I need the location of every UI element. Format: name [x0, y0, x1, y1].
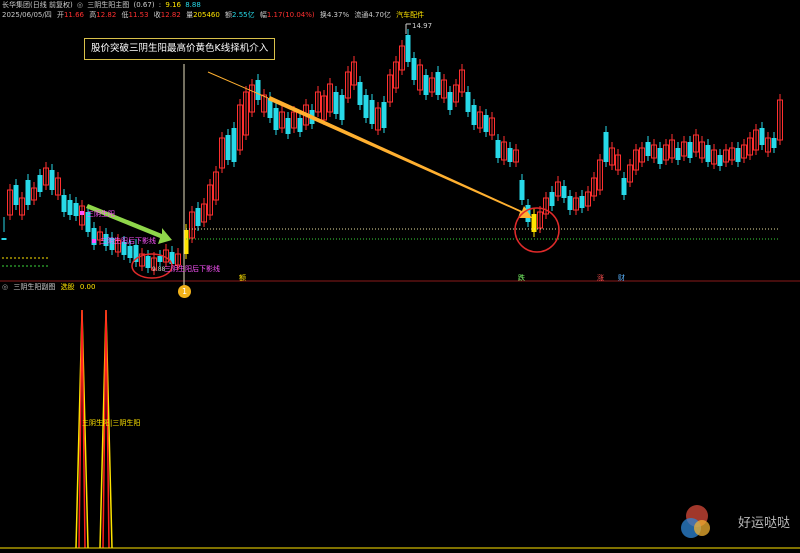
candle-body-down	[225, 135, 231, 160]
candle-body-down	[363, 95, 369, 118]
step-number-badge: 1	[178, 285, 191, 298]
candle-body-down	[231, 128, 237, 162]
spike-red-1	[78, 309, 86, 549]
candle-body-down	[195, 208, 201, 226]
select-label: 选股	[60, 283, 75, 291]
candle-body-down	[447, 92, 453, 110]
high-marker-label: 14.97	[412, 22, 433, 30]
candle-body-down	[759, 128, 765, 145]
sub-indicator-group	[0, 309, 800, 549]
spike-red-2	[102, 309, 110, 549]
candle-body-down	[333, 92, 339, 114]
candle-body-down	[621, 178, 627, 195]
candle-body-down	[657, 148, 663, 164]
signal-lower-shadow-top: 三阴生阳后下影线	[100, 237, 156, 245]
candle-body-down	[405, 35, 411, 62]
sub-peak-label: 三阴生阳|三阴生阳	[82, 419, 141, 427]
candle-body-down	[423, 75, 429, 95]
candle-body-down	[717, 155, 723, 166]
candle-body-down	[37, 175, 43, 192]
candle-body-down	[357, 82, 363, 105]
signal-marker-1	[80, 211, 84, 215]
candle-body-down	[645, 142, 651, 156]
candle-body-down	[483, 115, 489, 132]
watermark-logo-dot-yellow	[694, 520, 710, 536]
candle-body-down	[735, 148, 741, 162]
candle-body-down	[285, 118, 291, 134]
candle-body-down	[705, 145, 711, 162]
signal-sanyin-shengyang: 三阴生阳	[87, 210, 115, 218]
candlestick-chart[interactable]	[0, 0, 800, 553]
candle-body-down	[127, 246, 133, 258]
candle-body-down	[579, 196, 585, 208]
sub-panel-header: ◎ 三阴生阳副图 选股 0.00	[2, 282, 98, 292]
candle-body-down	[411, 58, 417, 80]
candle-body-down	[687, 142, 693, 158]
candle-body-down	[495, 140, 501, 158]
candle-body-down	[157, 256, 163, 262]
candle-body-down	[25, 180, 31, 205]
candle-body-down	[255, 80, 261, 100]
candle-body-down	[549, 192, 555, 206]
candle-body-down	[145, 256, 151, 268]
candle-body-down	[435, 72, 441, 95]
candle-body-down	[567, 196, 573, 210]
tag-fall[interactable]: 跌	[518, 273, 525, 283]
tag-finance[interactable]: 财	[618, 273, 625, 283]
tag-amount[interactable]: 额	[239, 273, 246, 283]
candle-body-down	[73, 203, 79, 216]
candle-body-down	[507, 148, 513, 162]
watermark-text: 好运哒哒	[737, 516, 790, 531]
sub-settings-icon[interactable]: ◎	[2, 283, 8, 291]
candle-body-down	[369, 100, 375, 124]
candle-body-down	[381, 102, 387, 128]
candle-body-down	[561, 186, 567, 198]
candle-body-down	[61, 195, 67, 212]
tag-rise[interactable]: 涨	[597, 273, 604, 283]
signal-lower-shadow-bottom: 三阴生阳后下影线	[164, 265, 220, 273]
candle-body-down	[273, 108, 279, 130]
tiny-price-marker: 9.88	[152, 266, 166, 273]
candle-body-down	[339, 95, 345, 120]
candle-body-down	[67, 200, 73, 215]
candle-body-down	[1, 238, 7, 240]
candle-body-down	[471, 105, 477, 125]
candle-body-down	[297, 118, 303, 132]
callout-box: 股价突破三阴生阳最高价黄色K线择机介入	[84, 38, 276, 60]
candle-body-down	[13, 185, 19, 205]
candle-body-down	[49, 170, 55, 190]
candle-body-down	[771, 138, 777, 148]
candle-body-down	[465, 92, 471, 112]
signal-marker-2	[92, 239, 96, 243]
sub-indicator-name[interactable]: 三阴生阳副图	[13, 283, 55, 291]
candle-body-down	[519, 180, 525, 200]
candle-body-down	[603, 132, 609, 162]
candle-body-down	[675, 148, 681, 160]
select-value: 0.00	[79, 283, 96, 291]
